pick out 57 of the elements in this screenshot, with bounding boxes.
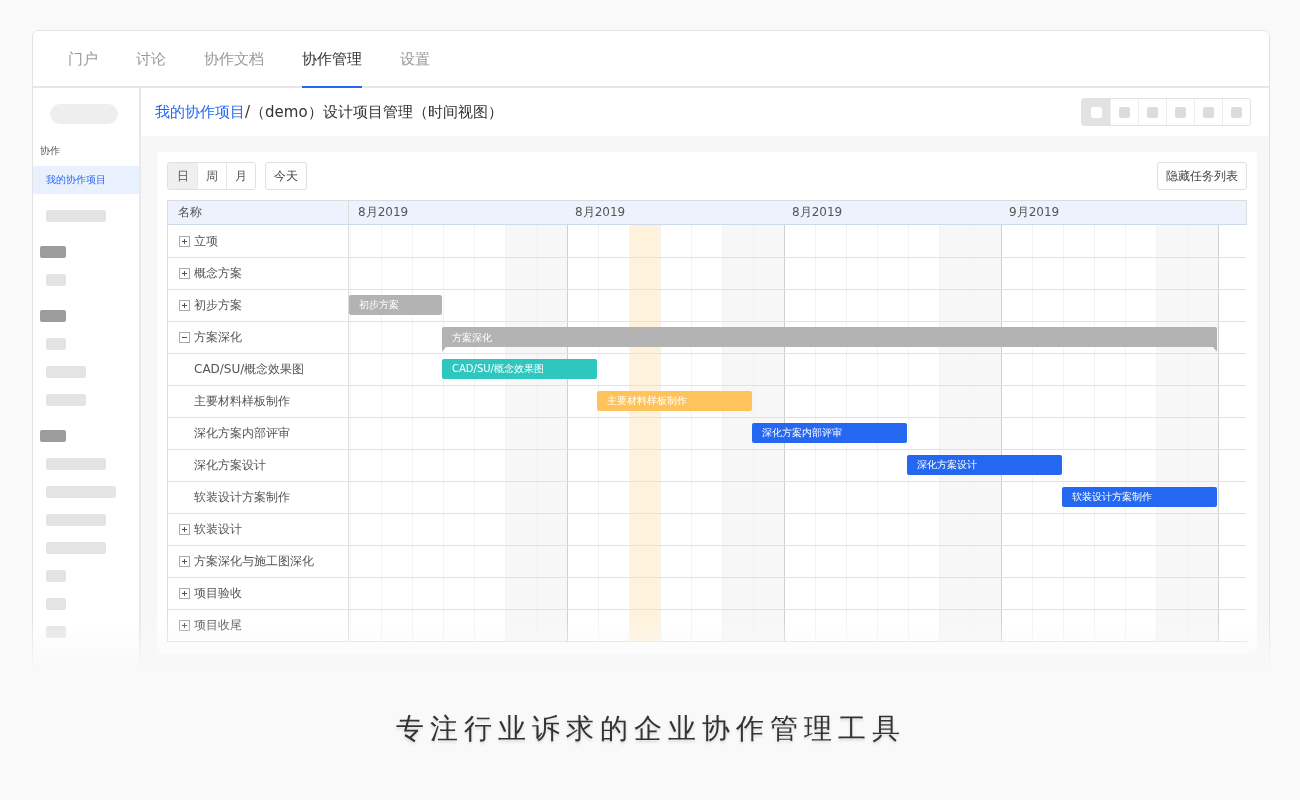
task-name: 深化方案设计	[194, 457, 266, 474]
minus-icon[interactable]	[179, 332, 190, 343]
skeleton-item	[46, 458, 106, 470]
skeleton-item	[46, 570, 66, 582]
skeleton-item	[46, 514, 106, 526]
task-name: CAD/SU/概念效果图	[194, 361, 305, 378]
plus-icon[interactable]	[179, 268, 190, 279]
plus-icon[interactable]	[179, 556, 190, 567]
task-name: 项目验收	[194, 585, 242, 602]
hide-task-list-button[interactable]: 隐藏任务列表	[1157, 162, 1247, 190]
skeleton-item	[46, 598, 66, 610]
name-column-header: 名称	[168, 201, 349, 224]
task-name: 方案深化与施工图深化	[194, 553, 314, 570]
scale-button[interactable]: 日	[168, 163, 197, 189]
task-name: 软装设计方案制作	[194, 489, 290, 506]
plus-icon[interactable]	[179, 524, 190, 535]
task-name: 软装设计	[194, 521, 242, 538]
nav-tab[interactable]: 门户	[68, 31, 98, 88]
task-name: 主要材料样板制作	[194, 393, 290, 410]
skeleton-heading	[40, 430, 66, 442]
plus-icon[interactable]	[179, 588, 190, 599]
plus-icon[interactable]	[179, 300, 190, 311]
month-label: 9月2019	[1008, 204, 1061, 221]
task-name: 深化方案内部评审	[194, 425, 290, 442]
month-label: 8月2019	[357, 204, 410, 221]
breadcrumb-link[interactable]: 我的协作项目	[155, 102, 245, 121]
skeleton-item	[46, 366, 86, 378]
skeleton-item	[46, 486, 116, 498]
skeleton-item	[46, 394, 86, 406]
task-name: 概念方案	[194, 265, 242, 282]
nav-tab[interactable]: 讨论	[136, 31, 166, 88]
skeleton-item	[46, 274, 66, 286]
task-bar[interactable]: 深化方案设计	[907, 455, 1062, 475]
skeleton-heading	[40, 310, 66, 322]
task-bar[interactable]: 深化方案内部评审	[752, 423, 907, 443]
month-label: 8月2019	[574, 204, 627, 221]
breadcrumb: 我的协作项目/（demo）设计项目管理（时间视图）	[155, 102, 503, 122]
skeleton-heading	[40, 246, 66, 258]
tagline: 专注行业诉求的企业协作管理工具	[395, 711, 907, 747]
today-button[interactable]: 今天	[265, 162, 307, 190]
nav-tab[interactable]: 协作文档	[204, 31, 264, 88]
skeleton-item	[46, 210, 106, 222]
task-name: 方案深化	[194, 329, 242, 346]
plus-icon[interactable]	[179, 235, 190, 247]
skeleton-item	[46, 542, 106, 554]
skeleton-item	[46, 338, 66, 350]
nav-tab[interactable]: 设置	[400, 31, 430, 88]
task-name: 初步方案	[194, 297, 242, 314]
month-label: 8月2019	[791, 204, 844, 221]
task-bar[interactable]: 软装设计方案制作	[1062, 487, 1217, 507]
skeleton-item	[46, 626, 66, 638]
task-name: 项目收尾	[194, 617, 242, 634]
task-name: 立项	[194, 232, 218, 250]
sidebar-item[interactable]: 我的协作项目	[33, 166, 139, 194]
sidebar-section-title: 协作	[40, 144, 61, 158]
plus-icon[interactable]	[179, 620, 190, 631]
scale-button[interactable]: 月	[226, 163, 255, 189]
